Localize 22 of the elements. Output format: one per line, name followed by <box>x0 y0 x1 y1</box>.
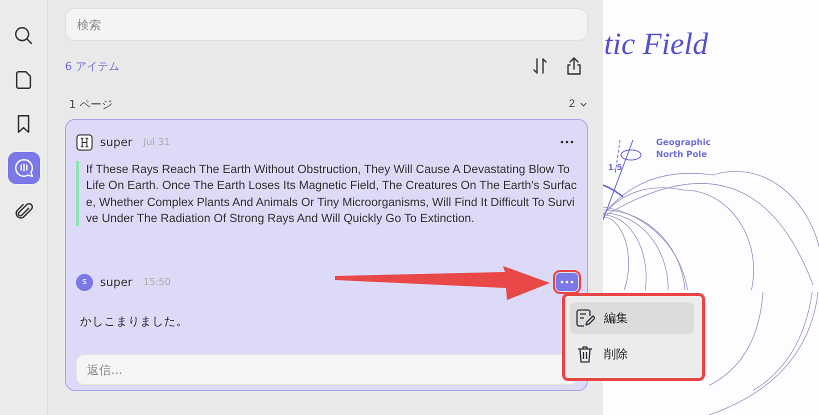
menu-item[interactable]: 編集 <box>570 302 694 334</box>
highlight-icon <box>76 134 93 150</box>
angle-label: 1.5 <box>608 163 622 172</box>
more-icon <box>560 140 574 144</box>
avatar: s <box>76 274 93 291</box>
reply-time: 15:50 <box>143 276 171 288</box>
page-group-toggle[interactable]: 2 <box>568 98 588 110</box>
comment-author: super <box>100 135 132 149</box>
reply-text: かしこまりました。 <box>79 314 189 330</box>
item-count: 6 アイテム <box>65 58 120 74</box>
page-group-label: 1 ページ <box>68 96 112 112</box>
edit-icon <box>575 308 595 328</box>
comment-icon[interactable] <box>8 152 40 184</box>
comment-date: Jul 31 <box>143 136 170 148</box>
reply-author: super <box>100 275 132 290</box>
trash-icon <box>575 344 595 364</box>
search-field[interactable]: 検索 <box>65 8 588 41</box>
document-title: tic Field <box>604 26 708 62</box>
more-icon <box>560 280 574 284</box>
quoted-text: If These Rays Reach The Earth Without Obstruction, They Will Cause A Devastating Blow To Life On Earth. Once The Earth Loses Its Magnetic Field, The Creatures On The Earth's Surface, Whether Complex Plants And Animals Or Tiny Microorganisms, Will Find It Difficult To Survive Under The Radiation Of Strong Rays And Will Quickly Go To Extinction. <box>76 161 578 226</box>
pole-label: Geographic North Pole <box>656 137 712 161</box>
reply-field[interactable]: 返信... <box>76 354 578 385</box>
